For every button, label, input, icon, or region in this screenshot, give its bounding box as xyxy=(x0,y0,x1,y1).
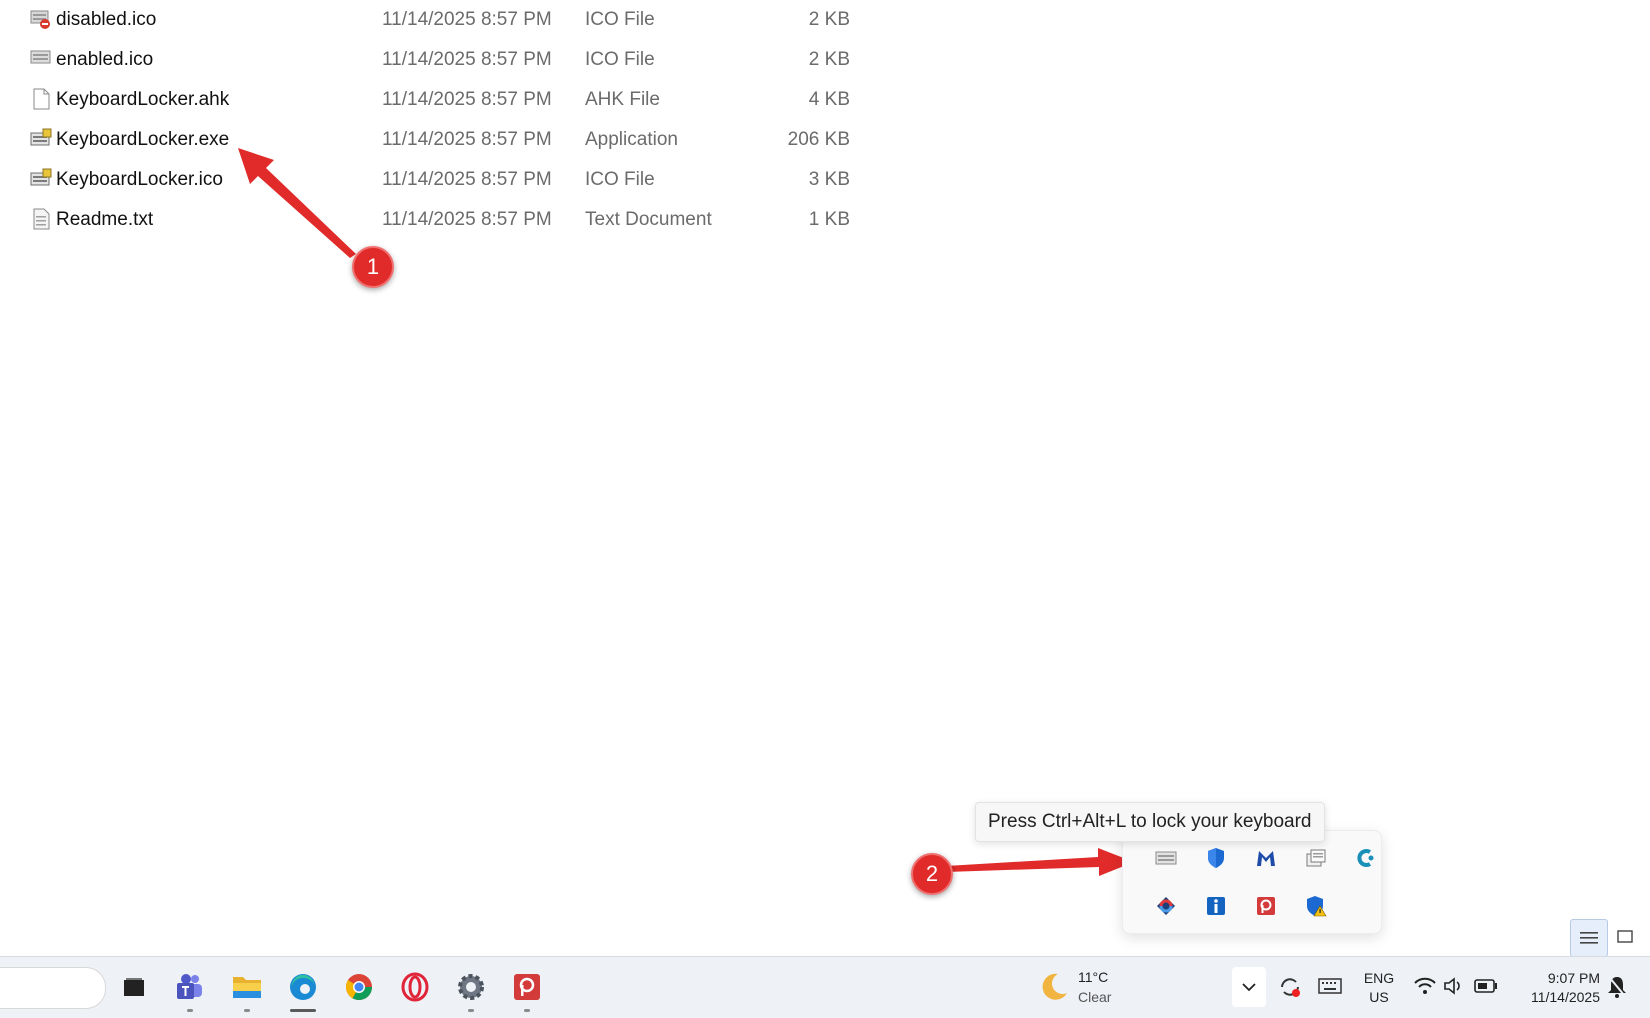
file-size: 2 KB xyxy=(808,49,850,70)
file-row[interactable]: KeyboardLocker.ahk 11/14/2025 8:57 PM AH… xyxy=(0,80,880,120)
file-type: ICO File xyxy=(585,169,655,190)
file-size: 1 KB xyxy=(808,209,850,230)
details-view-icon xyxy=(1580,932,1598,944)
security-warning-icon[interactable] xyxy=(1298,888,1334,924)
file-row[interactable]: KeyboardLocker.ico 11/14/2025 8:57 PM IC… xyxy=(0,160,880,200)
file-type: Application xyxy=(585,129,678,150)
ico-enabled-icon xyxy=(30,50,51,64)
info-icon[interactable] xyxy=(1198,888,1234,924)
file-size: 2 KB xyxy=(808,9,850,30)
file-size: 4 KB xyxy=(808,89,850,110)
file-type: AHK File xyxy=(585,89,660,110)
wifi-icon[interactable] xyxy=(1414,977,1436,1000)
input-language-region: US xyxy=(1369,989,1389,1005)
annotation-arrow-2 xyxy=(946,848,1134,876)
file-date: 11/14/2025 8:57 PM xyxy=(382,209,552,230)
tiles-view-icon xyxy=(1617,930,1633,943)
file-name: KeyboardLocker.ahk xyxy=(56,89,230,110)
keyboard-locker-app-icon xyxy=(30,128,52,146)
teams-icon[interactable] xyxy=(168,965,212,1012)
show-hidden-icons-button[interactable] xyxy=(1232,967,1266,1007)
input-language[interactable]: ENG US xyxy=(1360,969,1398,1007)
opera-icon[interactable] xyxy=(393,965,437,1009)
pocket-app-icon[interactable] xyxy=(505,965,549,1012)
tiles-view-button[interactable] xyxy=(1607,919,1643,955)
weather-moon-icon[interactable] xyxy=(1038,971,1070,1008)
file-date: 11/14/2025 8:57 PM xyxy=(382,169,552,190)
file-row[interactable]: enabled.ico 11/14/2025 8:57 PM ICO File … xyxy=(0,40,880,80)
file-date: 11/14/2025 8:57 PM xyxy=(382,49,552,70)
weather-condition[interactable]: Clear xyxy=(1078,989,1111,1005)
app-running-indicator xyxy=(187,1009,193,1012)
input-language-code: ENG xyxy=(1363,970,1395,986)
file-name: Readme.txt xyxy=(56,209,154,230)
touch-keyboard-icon[interactable] xyxy=(1318,977,1342,1000)
file-name: disabled.ico xyxy=(56,9,157,30)
taskbar-search-box[interactable] xyxy=(0,967,106,1009)
chrome-icon[interactable] xyxy=(337,965,381,1009)
clock[interactable]: 9:07 PM 11/14/2025 xyxy=(1510,969,1600,1007)
ico-disabled-icon xyxy=(30,10,50,29)
sync-app-icon[interactable] xyxy=(1148,888,1184,924)
taskbar: 11°C Clear ENG US 9:07 PM 11/14/2025 xyxy=(0,956,1650,1018)
chevron-down-icon xyxy=(1242,983,1256,992)
network-monitor-icon[interactable] xyxy=(1298,840,1334,876)
details-view-button[interactable] xyxy=(1570,919,1608,957)
app-running-indicator xyxy=(468,1009,474,1012)
file-date: 11/14/2025 8:57 PM xyxy=(382,89,552,110)
file-size: 206 KB xyxy=(787,129,850,150)
task-view-icon[interactable] xyxy=(112,965,156,1009)
file-explorer-icon[interactable] xyxy=(225,965,269,1012)
tray-overflow-flyout xyxy=(1122,830,1382,934)
file-date: 11/14/2025 8:57 PM xyxy=(382,129,552,150)
weather-temperature[interactable]: 11°C xyxy=(1078,969,1108,985)
keyboard-locker-ico-icon xyxy=(30,168,52,186)
battery-icon[interactable] xyxy=(1474,979,1498,998)
file-name: KeyboardLocker.exe xyxy=(56,129,230,150)
file-type: Text Document xyxy=(585,209,712,230)
app-running-indicator xyxy=(524,1009,530,1012)
defender-shield-icon[interactable] xyxy=(1198,840,1234,876)
app-active-indicator xyxy=(290,1009,316,1012)
malwarebytes-icon[interactable] xyxy=(1248,840,1284,876)
notifications-icon[interactable] xyxy=(1606,975,1628,1004)
clock-date: 11/14/2025 xyxy=(1530,989,1600,1005)
file-type: ICO File xyxy=(585,49,655,70)
tray-tooltip: Press Ctrl+Alt+L to lock your keyboard xyxy=(975,802,1325,842)
file-date: 11/14/2025 8:57 PM xyxy=(382,9,552,30)
clock-time: 9:07 PM xyxy=(1547,970,1600,986)
file-name: enabled.ico xyxy=(56,49,154,70)
file-row[interactable]: Readme.txt 11/14/2025 8:57 PM Text Docum… xyxy=(0,200,880,240)
file-size: 3 KB xyxy=(808,169,850,190)
settings-icon[interactable] xyxy=(449,965,493,1012)
file-type: ICO File xyxy=(585,9,655,30)
keyboard-locker-tray-icon[interactable] xyxy=(1148,840,1184,876)
edge-icon[interactable] xyxy=(281,965,325,1012)
volume-icon[interactable] xyxy=(1443,977,1465,1000)
file-name: KeyboardLocker.ico xyxy=(56,169,223,190)
pocket-app-icon[interactable] xyxy=(1248,888,1284,924)
tray-tooltip-text: Press Ctrl+Alt+L to lock your keyboard xyxy=(988,811,1312,832)
file-row[interactable]: disabled.ico 11/14/2025 8:57 PM ICO File… xyxy=(0,0,880,40)
copilot-icon[interactable] xyxy=(1348,840,1384,876)
annotation-badge-1: 1 xyxy=(352,246,394,288)
blank-file-icon xyxy=(33,88,50,110)
annotation-badge-2: 2 xyxy=(911,853,953,895)
sync-status-icon[interactable] xyxy=(1278,975,1302,1004)
app-running-indicator xyxy=(244,1009,250,1012)
file-row[interactable]: KeyboardLocker.exe 11/14/2025 8:57 PM Ap… xyxy=(0,120,880,160)
text-file-icon xyxy=(33,208,50,230)
